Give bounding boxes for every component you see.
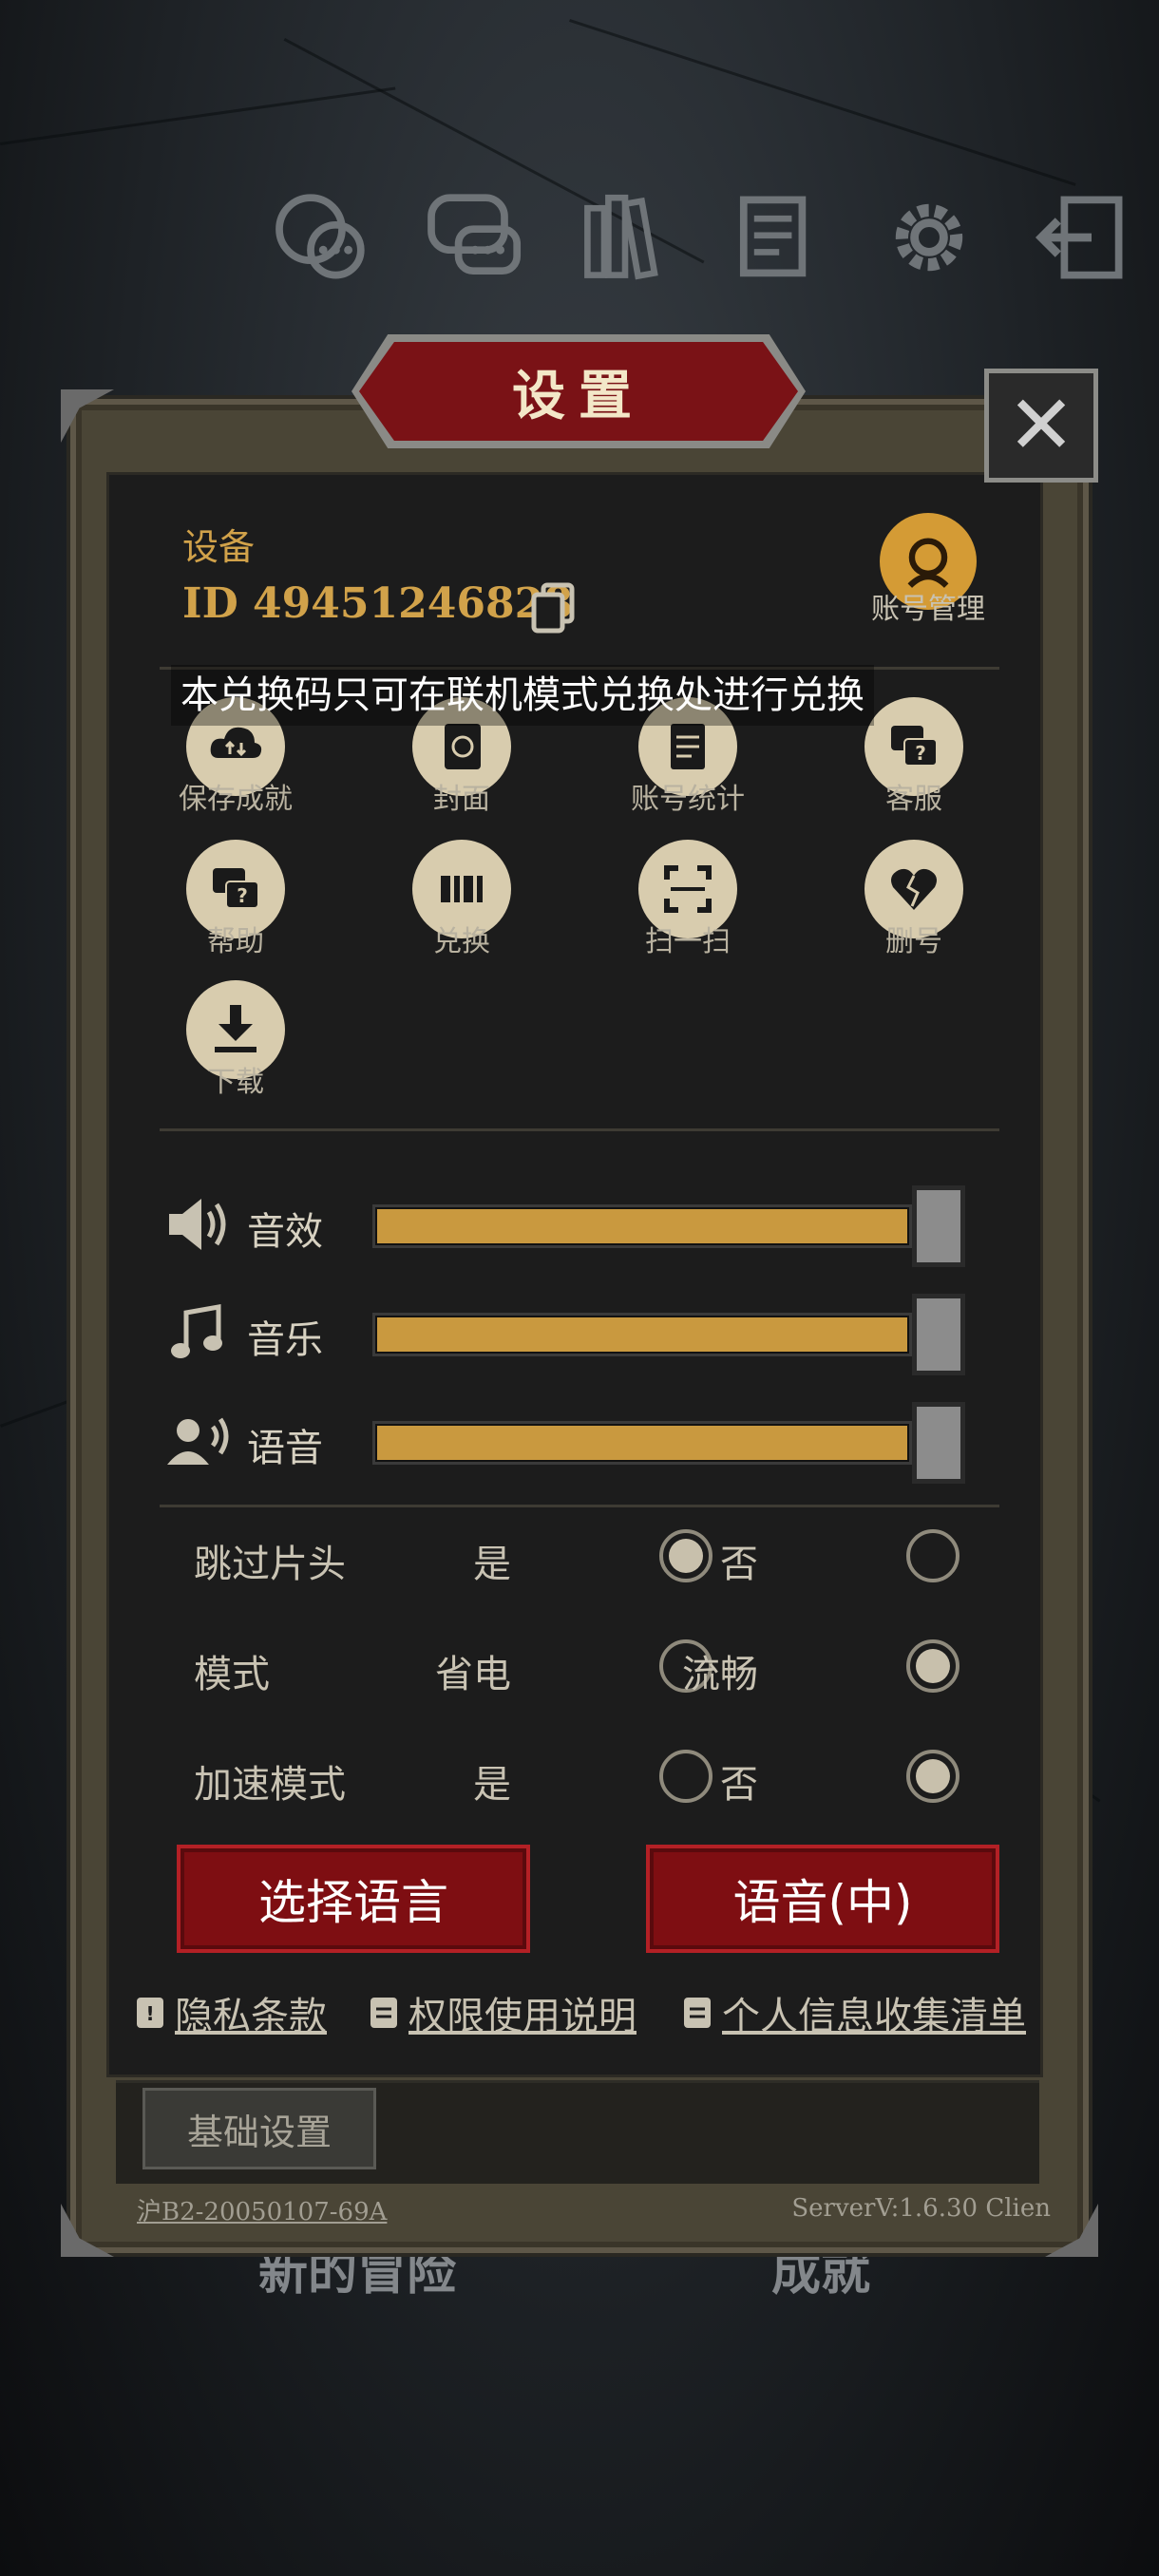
skip-intro-label: 跳过片头: [194, 1543, 346, 1586]
scroll-icon: !: [137, 1998, 163, 2028]
download-button[interactable]: 下载: [150, 980, 321, 1100]
speaker-icon: [169, 1199, 226, 1250]
skip-intro-option: 跳过片头 是 否: [160, 1520, 996, 1596]
slider-fill: [377, 1317, 907, 1352]
personal-info-label: 个人信息收集清单: [722, 1995, 1026, 2038]
save-achievements-label: 保存成就: [179, 783, 293, 816]
chat-bubbles-icon[interactable]: [264, 180, 378, 294]
voice-slider[interactable]: 语音: [160, 1400, 996, 1484]
cover-label: 封面: [433, 783, 490, 816]
option-b-text: 否: [720, 1543, 758, 1586]
redeem-label: 兑换: [433, 925, 490, 958]
device-section-label: 设备: [182, 526, 256, 568]
account-management-button[interactable]: 账号管理: [870, 513, 986, 627]
svg-text:?: ?: [915, 742, 926, 765]
notes-icon[interactable]: [720, 180, 834, 294]
slider-track: [372, 1421, 912, 1465]
customer-service-label: 客服: [885, 783, 942, 816]
account-stats-label: 账号统计: [631, 783, 745, 816]
slider-handle[interactable]: [912, 1402, 965, 1484]
license-number: 沪B2-20050107-69A: [137, 2198, 388, 2226]
accelerate-mode-option: 加速模式 是 否: [160, 1740, 996, 1816]
copy-icon[interactable]: [530, 581, 576, 635]
voice-language-button[interactable]: 语音(中): [646, 1845, 999, 1953]
background-stroke: [569, 19, 1076, 186]
voice-label: 语音: [247, 1427, 323, 1470]
redeem-button[interactable]: 兑换: [376, 840, 547, 959]
select-language-button[interactable]: 选择语言: [177, 1845, 530, 1953]
personal-info-link[interactable]: 个人信息收集清单: [676, 1985, 1026, 2040]
title-banner: 设置: [359, 342, 798, 441]
voice-icon: [167, 1417, 229, 1465]
mode-label: 模式: [194, 1653, 270, 1696]
scroll-icon: [684, 1998, 711, 2028]
dialog-title: 设置: [512, 365, 645, 427]
slider-track: [372, 1204, 912, 1248]
svg-text:?: ?: [237, 884, 248, 907]
slider-track: [372, 1313, 912, 1356]
radio-selected-dot: [669, 1539, 703, 1573]
svg-text:!: !: [145, 2002, 154, 2025]
option-a-text: 省电: [435, 1653, 511, 1696]
skip-intro-no-radio[interactable]: [906, 1529, 960, 1582]
option-b-text: 否: [720, 1763, 758, 1807]
option-a-text: 是: [473, 1763, 511, 1807]
server-version: ServerV:1.6.30 Clien: [791, 2194, 1051, 2223]
download-label: 下载: [207, 1066, 264, 1099]
books-icon[interactable]: [568, 180, 682, 294]
device-id: ID 49451246828: [182, 579, 573, 628]
privacy-terms-link[interactable]: ! 隐私条款: [129, 1985, 327, 2040]
help-label: 帮助: [207, 925, 264, 958]
slider-handle[interactable]: [912, 1294, 965, 1375]
tab-basic-settings[interactable]: 基础设置: [142, 2088, 376, 2169]
divider: [160, 1505, 999, 1507]
skip-intro-yes-radio[interactable]: [659, 1529, 712, 1582]
scroll-icon: [370, 1998, 397, 2028]
redeem-notice-toast: 本兑换码只可在联机模式兑换处进行兑换: [171, 665, 874, 726]
music-label: 音乐: [247, 1318, 323, 1362]
smooth-radio[interactable]: [906, 1639, 960, 1693]
music-slider[interactable]: 音乐: [160, 1292, 996, 1375]
exit-icon[interactable]: [1024, 180, 1138, 294]
help-button[interactable]: ? 帮助: [150, 840, 321, 959]
gear-icon[interactable]: [872, 180, 986, 294]
accelerate-yes-radio[interactable]: [659, 1750, 712, 1803]
sound-effects-label: 音效: [247, 1210, 323, 1254]
permissions-link[interactable]: 权限使用说明: [363, 1985, 636, 2040]
scan-label: 扫一扫: [645, 925, 731, 958]
slider-fill: [377, 1426, 907, 1460]
radio-selected-dot: [916, 1759, 950, 1793]
accelerate-no-radio[interactable]: [906, 1750, 960, 1803]
option-a-text: 是: [473, 1543, 511, 1586]
permissions-label: 权限使用说明: [408, 1995, 636, 2038]
scan-button[interactable]: 扫一扫: [602, 840, 773, 959]
background-stroke: [0, 86, 396, 145]
radio-selected-dot: [916, 1649, 950, 1683]
account-management-label: 账号管理: [871, 593, 985, 626]
slider-handle[interactable]: [912, 1185, 965, 1267]
music-note-icon: [171, 1304, 222, 1358]
close-icon: ✕: [1006, 378, 1076, 473]
delete-account-button[interactable]: 删号: [828, 840, 999, 959]
close-button[interactable]: ✕: [984, 369, 1098, 483]
slider-fill: [377, 1209, 907, 1243]
option-b-text: 流畅: [682, 1653, 758, 1696]
delete-account-label: 删号: [885, 925, 942, 958]
accelerate-mode-label: 加速模式: [194, 1763, 346, 1807]
divider: [160, 1128, 999, 1131]
message-icon[interactable]: [416, 180, 530, 294]
sound-effects-slider[interactable]: 音效: [160, 1184, 996, 1267]
mode-option: 模式 省电 流畅: [160, 1630, 996, 1706]
privacy-terms-label: 隐私条款: [175, 1995, 327, 2038]
